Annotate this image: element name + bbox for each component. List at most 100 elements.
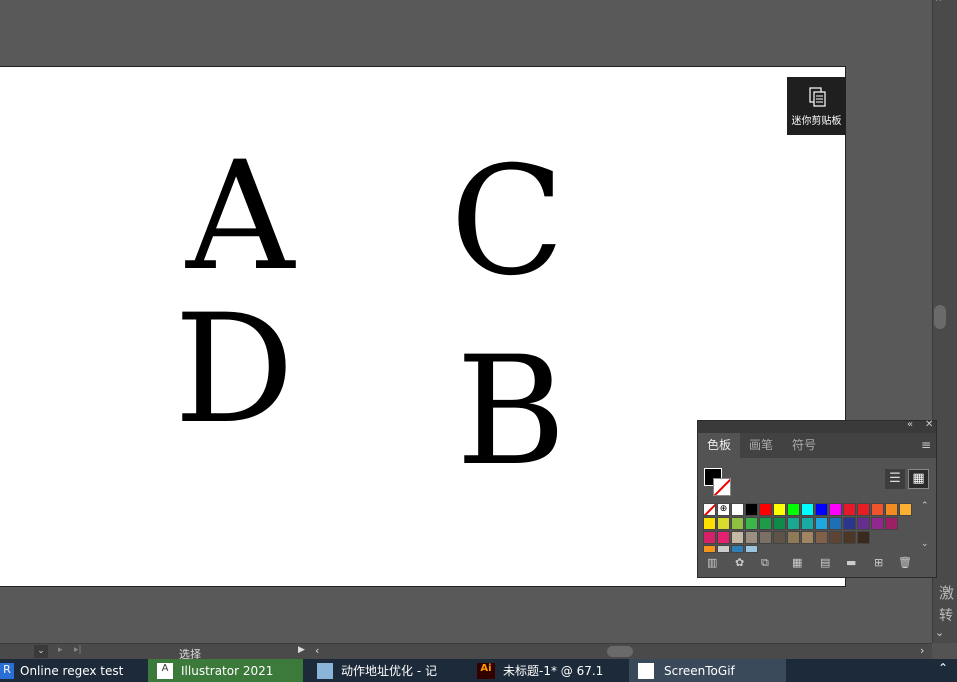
color-swatch[interactable] [773, 517, 786, 530]
color-swatch[interactable] [801, 531, 814, 544]
color-swatch[interactable] [871, 517, 884, 530]
taskbar-item-regex[interactable]: R Online regex test [0, 659, 147, 682]
color-swatch[interactable] [759, 531, 772, 544]
hscroll-left[interactable]: ‹ [315, 644, 319, 657]
tab-brushes[interactable]: 画笔 [740, 433, 782, 458]
color-swatch[interactable] [745, 545, 758, 553]
tab-symbols[interactable]: 符号 [783, 433, 825, 458]
color-swatch[interactable] [703, 545, 716, 553]
scroll-up-arrow[interactable]: ⌃ [934, 0, 943, 9]
color-swatch[interactable] [745, 531, 758, 544]
panel-bottom-toolbar: ▥ ✿ ⧉ ▦ ▤ ▬ ⊞ 🗑 [698, 556, 936, 574]
list-view-button[interactable]: ☰ [885, 469, 905, 489]
regex-app-icon: R [0, 662, 14, 679]
color-swatch[interactable] [857, 517, 870, 530]
zoom-dropdown-icon[interactable]: ⌄ [34, 645, 48, 658]
color-swatch[interactable] [843, 503, 856, 516]
swatch-registration[interactable]: ⊕ [717, 503, 730, 516]
collapse-icon[interactable]: « [907, 419, 913, 430]
color-swatch[interactable] [829, 531, 842, 544]
color-swatch[interactable] [745, 517, 758, 530]
illustrator-app-icon: A [157, 662, 173, 679]
letter-d[interactable]: D [174, 295, 294, 445]
panel-tabs: 色板 画笔 符号 ≡ [698, 433, 936, 458]
vertical-scroll-thumb[interactable] [934, 305, 946, 329]
color-swatch[interactable] [885, 517, 898, 530]
swatch-details-icon[interactable]: ▤ [820, 556, 830, 569]
horizontal-scroll-thumb[interactable] [607, 646, 633, 657]
color-swatch[interactable] [815, 531, 828, 544]
notepad-app-icon [317, 662, 333, 679]
hscroll-right[interactable]: › [920, 644, 924, 657]
libraries-icon[interactable]: ▥ [707, 556, 717, 569]
color-swatch[interactable] [787, 531, 800, 544]
clipboard-label: 迷你剪贴板 [791, 115, 842, 127]
scroll-down-arrow[interactable]: ⌄ [935, 626, 944, 639]
swatch-options-icon[interactable]: ⧉ [761, 556, 769, 570]
color-swatch[interactable] [717, 531, 730, 544]
color-swatch[interactable] [815, 517, 828, 530]
taskbar-item-illustrator[interactable]: A Illustrator 2021 [148, 659, 303, 682]
clipboard-icon [808, 86, 826, 107]
swatch-scroll-down[interactable]: ⌄ [921, 539, 929, 549]
status-bar: ⌄ ▸ ▸| 选择 ▶ ‹ › [0, 643, 932, 661]
windows-taskbar: R Online regex test A Illustrator 2021 动… [0, 659, 957, 682]
color-swatch[interactable] [759, 503, 772, 516]
color-swatch[interactable] [703, 517, 716, 530]
color-swatch[interactable] [773, 503, 786, 516]
taskbar-item-ai-document[interactable]: Ai 未标题-1* @ 67.1 [467, 659, 627, 682]
last-artboard-icon[interactable]: ▸| [74, 645, 82, 655]
swatches-panel: « ✕ 色板 画笔 符号 ≡ ☰ ▦ ⊕ ⌃ ⌄ ▥ ✿ ⧉ ▦ ▤ ▬ ⊞ 🗑 [697, 419, 937, 578]
first-artboard-icon[interactable]: ▸ [58, 645, 63, 655]
color-swatch[interactable] [843, 531, 856, 544]
status-menu-arrow[interactable]: ▶ [298, 645, 305, 655]
delete-swatch-icon[interactable]: 🗑 [898, 556, 912, 569]
grid-view-button[interactable]: ▦ [908, 469, 929, 489]
swatch-none[interactable] [703, 503, 716, 516]
panel-menu-icon[interactable]: ≡ [921, 438, 931, 452]
color-swatch[interactable] [857, 503, 870, 516]
taskbar-item-notepad[interactable]: 动作地址优化 - 记 [305, 659, 465, 682]
color-swatch[interactable] [717, 545, 730, 553]
color-swatch[interactable] [857, 531, 870, 544]
color-swatch[interactable] [815, 503, 828, 516]
color-swatch[interactable] [731, 517, 744, 530]
swatch-grid: ⊕ [703, 503, 913, 553]
color-swatch[interactable] [703, 531, 716, 544]
color-swatch[interactable] [871, 503, 884, 516]
stroke-swatch[interactable] [713, 478, 731, 496]
color-swatch[interactable] [801, 503, 814, 516]
side-text-1: 激 [939, 584, 955, 602]
color-swatch[interactable] [885, 503, 898, 516]
color-swatch[interactable] [759, 517, 772, 530]
color-swatch[interactable] [829, 503, 842, 516]
color-swatch[interactable] [717, 517, 730, 530]
new-swatch-icon[interactable]: ⊞ [874, 556, 883, 569]
letter-a[interactable]: A [186, 142, 294, 292]
swatch-scroll-up[interactable]: ⌃ [921, 501, 929, 511]
letter-c[interactable]: C [450, 147, 565, 297]
tray-expand-icon[interactable]: ⌃ [938, 661, 948, 675]
mini-clipboard-button[interactable]: 迷你剪贴板 [787, 77, 846, 135]
color-swatch[interactable] [745, 503, 758, 516]
color-swatch[interactable] [843, 517, 856, 530]
letter-b[interactable]: B [456, 337, 566, 487]
color-swatch[interactable] [731, 545, 744, 553]
ai-app-icon: Ai [477, 662, 495, 679]
color-swatch[interactable] [731, 531, 744, 544]
show-kinds-icon[interactable]: ✿ [735, 556, 744, 569]
close-icon[interactable]: ✕ [925, 419, 933, 430]
color-swatch[interactable] [731, 503, 744, 516]
panel-header[interactable]: « ✕ [698, 419, 936, 433]
color-swatch[interactable] [829, 517, 842, 530]
color-swatch[interactable] [787, 517, 800, 530]
color-swatch[interactable] [787, 503, 800, 516]
new-group-folder-icon[interactable]: ▬ [846, 556, 856, 569]
taskbar-item-screentogif[interactable]: ScreenToGif [629, 659, 786, 682]
tab-swatches[interactable]: 色板 [698, 433, 741, 458]
color-swatch[interactable] [773, 531, 786, 544]
color-swatch[interactable] [899, 503, 912, 516]
side-text-2: 转 [939, 608, 953, 624]
color-swatch[interactable] [801, 517, 814, 530]
color-group-icon[interactable]: ▦ [792, 556, 802, 569]
